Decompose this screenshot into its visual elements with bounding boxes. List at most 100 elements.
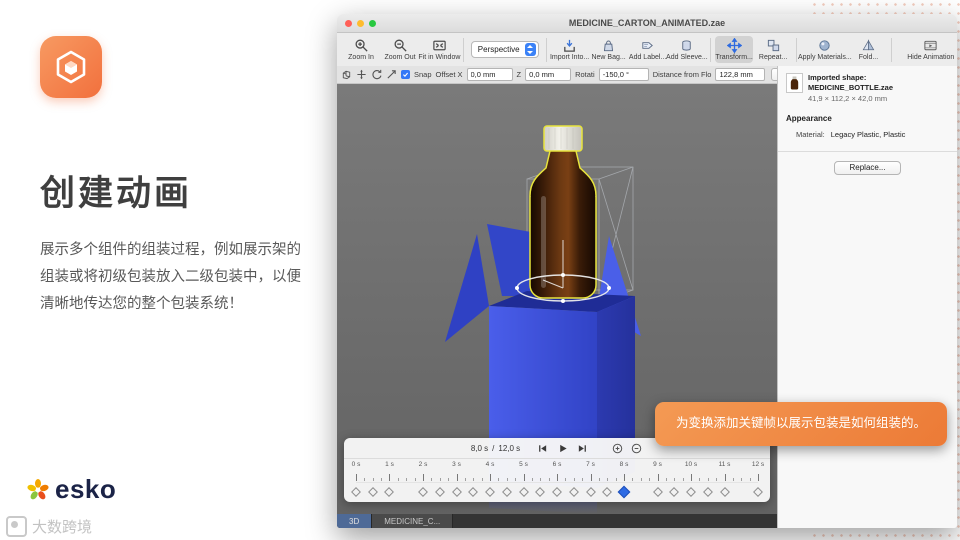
viewport-3d[interactable]: 8,0 s / 12,0 s 0 s 1 s 2 s 3 s 4 s 5 s 6… xyxy=(337,84,777,514)
pan-tool-button[interactable] xyxy=(386,68,397,82)
esko-brand: esko xyxy=(26,474,116,505)
apply-materials-label: Apply Materials... xyxy=(797,54,852,61)
keyframe-marker[interactable] xyxy=(351,486,361,497)
zoom-out-label: Zoom Out xyxy=(384,54,416,61)
zoom-in-button[interactable]: Zoom In xyxy=(342,36,380,63)
toolbar-divider xyxy=(796,37,798,62)
add-label-label: Add Label... xyxy=(628,54,667,61)
keyframe-marker[interactable] xyxy=(384,486,395,497)
active-keyframe-marker[interactable] xyxy=(617,485,631,498)
keyframe-marker[interactable] xyxy=(719,486,730,497)
timeline-zoom-out-icon xyxy=(631,443,642,453)
page: 创建动画 展示多个组件的组装过程，例如展示架的组装或将初级包装放入二级包装中，以… xyxy=(0,0,960,540)
replace-button[interactable]: Replace... xyxy=(834,160,901,175)
add-sleeve-button[interactable]: Add Sleeve... xyxy=(666,36,708,63)
hide-animation-icon xyxy=(924,40,937,51)
keyframe-marker[interactable] xyxy=(602,486,613,497)
fold-button[interactable]: Fold... xyxy=(849,36,887,63)
timeline-zoom-in-button[interactable] xyxy=(611,442,624,455)
tab-medicine-carton-label: MEDICINE_C... xyxy=(384,516,441,526)
rotation-input[interactable] xyxy=(598,68,649,81)
studio-app-logo xyxy=(40,36,102,98)
snap-label: Snap xyxy=(414,70,432,79)
axis-cube-tool-button[interactable] xyxy=(341,68,352,82)
apply-materials-icon xyxy=(819,40,830,51)
apply-materials-button[interactable]: Apply Materials... xyxy=(798,36,852,63)
play-button[interactable] xyxy=(556,442,569,455)
distance-from-floor-label: Distance from Flo xyxy=(652,70,712,79)
distance-from-floor-input[interactable] xyxy=(715,68,766,81)
new-bag-button[interactable]: New Bag... xyxy=(590,36,628,63)
ruler-label: 6 s xyxy=(552,461,562,468)
ruler-label: 2 s xyxy=(418,461,428,468)
keyframe-marker[interactable] xyxy=(418,486,428,497)
tab-3d[interactable]: 3D xyxy=(337,514,373,528)
keyframe-marker[interactable] xyxy=(485,486,495,497)
keyframe-marker[interactable] xyxy=(468,486,479,497)
import-into-button[interactable]: Import Into... xyxy=(550,36,589,63)
repeat-label: Repeat... xyxy=(758,54,788,61)
tip-callout-text: 为变换添加关键帧以展示包装是如何组装的。 xyxy=(675,416,926,431)
keyframe-marker[interactable] xyxy=(585,486,596,497)
fold-label: Fold... xyxy=(858,54,879,61)
page-description: 展示多个组件的组装过程，例如展示架的组装或将初级包装放入二级包装中，以便清晰地传… xyxy=(40,242,301,312)
window-titlebar[interactable]: MEDICINE_CARTON_ANIMATED.zae xyxy=(337,14,957,33)
ruler-label: 1 s xyxy=(385,461,394,468)
perspective-select[interactable]: Perspective xyxy=(470,41,539,58)
fit-in-window-button[interactable]: Fit in Window xyxy=(418,36,460,63)
fit-in-window-icon xyxy=(433,40,446,51)
esko-brand-text: esko xyxy=(55,474,117,504)
shape-thumbnail xyxy=(786,73,803,93)
keyframe-marker[interactable] xyxy=(518,486,529,497)
page-title: 创建动画 xyxy=(40,174,193,213)
rotate-tool-button[interactable] xyxy=(371,68,382,82)
ruler-label: 11 s xyxy=(718,461,731,468)
hexagon-box-icon xyxy=(56,50,86,84)
tab-medicine-carton[interactable]: MEDICINE_C... xyxy=(372,514,454,528)
timeline-ruler[interactable]: 0 s 1 s 2 s 3 s 4 s 5 s 6 s 7 s 8 s 9 s 10 s 11 s 12… xyxy=(352,459,764,482)
animation-timeline: 8,0 s / 12,0 s 0 s 1 s 2 s 3 s 4 s 5 s 6… xyxy=(344,438,770,502)
keyframe-marker[interactable] xyxy=(367,486,378,497)
appearance-heading: Appearance xyxy=(786,113,832,123)
offset-z-input[interactable] xyxy=(525,68,572,81)
zoom-in-icon xyxy=(355,39,368,52)
next-keyframe-button[interactable] xyxy=(576,442,589,455)
keyframe-marker[interactable] xyxy=(686,486,696,497)
add-label-button[interactable]: Add Label... xyxy=(629,36,667,63)
keyframe-marker[interactable] xyxy=(451,486,462,497)
ruler-label: 3 s xyxy=(452,461,461,468)
transform-button[interactable]: Transform... xyxy=(715,36,754,63)
inspector-panel: Imported shape: MEDICINE_BOTTLE.zae 41,9… xyxy=(777,66,957,528)
repeat-button[interactable]: Repeat... xyxy=(754,36,792,63)
toolbar-divider xyxy=(545,37,547,62)
axis-cube-icon xyxy=(342,70,351,80)
keyframe-marker[interactable] xyxy=(535,486,546,497)
keyframe-marker[interactable] xyxy=(501,486,512,497)
tip-callout: 为变换添加关键帧以展示包装是如何组装的。 xyxy=(655,402,947,446)
previous-keyframe-button[interactable] xyxy=(536,442,549,455)
ruler-label: 9 s xyxy=(653,461,662,468)
import-into-icon xyxy=(564,39,575,52)
keyframe-track[interactable] xyxy=(351,482,763,500)
keyframe-marker[interactable] xyxy=(753,486,763,497)
ruler-label: 8 s xyxy=(619,461,629,468)
move-tool-button[interactable] xyxy=(356,68,367,82)
keyframe-marker[interactable] xyxy=(568,486,579,497)
timeline-zoom-out-button[interactable] xyxy=(630,442,643,455)
keyframe-marker[interactable] xyxy=(652,486,663,497)
add-label-icon xyxy=(642,42,654,49)
zoom-out-button[interactable]: Zoom Out xyxy=(381,36,419,63)
shape-dimensions: 41,9 × 112,2 × 42,0 mm xyxy=(808,93,888,103)
keyframe-marker[interactable] xyxy=(669,486,680,497)
move-tool-icon xyxy=(357,69,366,80)
ruler-label: 7 s xyxy=(586,461,595,468)
snap-checkbox[interactable] xyxy=(401,70,410,79)
hide-animation-button[interactable]: Hide Animation xyxy=(907,36,954,63)
new-bag-icon xyxy=(604,40,614,52)
inspector-divider xyxy=(778,150,957,152)
keyframe-marker[interactable] xyxy=(434,486,445,497)
keyframe-marker[interactable] xyxy=(552,486,562,497)
offset-x-input[interactable] xyxy=(466,68,513,81)
toolbar-divider xyxy=(462,37,464,62)
keyframe-marker[interactable] xyxy=(702,486,713,497)
